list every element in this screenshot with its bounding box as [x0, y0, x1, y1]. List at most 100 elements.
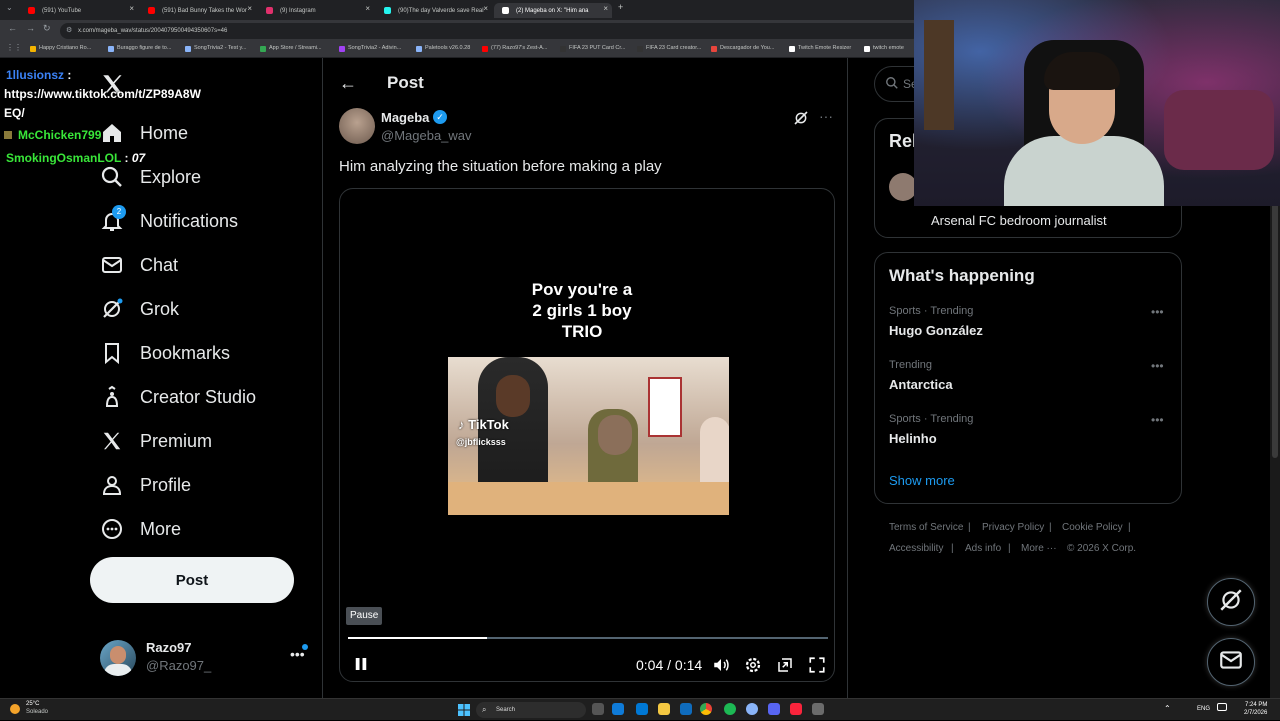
chrome-icon[interactable] [700, 703, 712, 715]
author-name[interactable]: Mageba [381, 110, 429, 125]
video-progress-fill [348, 637, 488, 639]
weather-desc[interactable]: Soleado [26, 709, 48, 715]
url-bar[interactable]: ⚙ x.com/mageba_wav/status/20040795004943… [60, 23, 920, 39]
post-more-icon[interactable]: ··· [819, 108, 833, 124]
author-avatar[interactable] [339, 108, 375, 144]
avatar[interactable] [889, 173, 917, 201]
settings-gear-icon[interactable] [744, 656, 762, 674]
back-arrow-icon[interactable]: ← [339, 73, 357, 94]
forward-icon[interactable]: → [26, 23, 35, 33]
system-clock[interactable]: 7:24 PM 2/7/2026 [1244, 701, 1267, 717]
nav-grok[interactable]: Grok [100, 291, 179, 327]
trend-more-icon[interactable]: ••• [1151, 305, 1164, 319]
close-tab-icon[interactable]: × [603, 4, 608, 13]
author-handle[interactable]: @Mageba_wav [381, 128, 472, 143]
bookmark-item[interactable]: Buraggo figure de to... [108, 45, 171, 52]
task-view-icon[interactable] [592, 703, 604, 715]
chrome-profile-icon[interactable] [746, 703, 758, 715]
account-switcher[interactable]: Razo97 @Razo97_ ••• [100, 638, 312, 678]
mail-app-icon[interactable] [680, 703, 692, 715]
bookmark-item[interactable]: SongTrivia2 - Adivin... [339, 45, 401, 52]
tray-chevron-icon[interactable]: ⌃ [1164, 704, 1171, 713]
fullscreen-icon[interactable] [808, 656, 826, 674]
bookmark-item[interactable]: App Store / Streami... [260, 45, 322, 52]
volume-icon[interactable] [712, 656, 730, 674]
footer-link[interactable]: Privacy Policy [982, 522, 1044, 533]
messages-fab-button[interactable] [1207, 638, 1255, 686]
nav-creator-studio[interactable]: Creator Studio [100, 379, 256, 415]
back-icon[interactable]: ← [8, 23, 17, 33]
pause-tooltip: Pause [346, 607, 383, 625]
language-indicator[interactable]: ENG [1197, 706, 1210, 712]
close-tab-icon[interactable]: × [483, 4, 488, 13]
bookmark-item[interactable]: (77) Razo97's Zest-A... [482, 45, 547, 52]
show-more-link[interactable]: Show more [889, 473, 955, 488]
music-app-icon[interactable] [790, 703, 802, 715]
footer-link[interactable]: Accessibility [889, 543, 943, 554]
nav-home[interactable]: Home [100, 115, 188, 151]
site-info-icon[interactable]: ⚙ [66, 23, 72, 39]
store-icon[interactable] [636, 703, 648, 715]
nav-label: Creator Studio [140, 386, 257, 407]
browser-tab[interactable]: (90)The day Valverde save Real × [376, 3, 492, 18]
post-detail-column: ← Post Mageba ✓ @Mageba_wav ··· Him anal… [322, 58, 848, 698]
file-explorer-icon[interactable] [658, 703, 670, 715]
new-tab-icon[interactable]: + [618, 2, 623, 12]
browser-tab[interactable]: (591) YouTube × [20, 3, 138, 18]
tiktok-favicon-icon [384, 7, 391, 14]
post-button[interactable]: Post [90, 557, 294, 603]
apps-grid-icon[interactable]: ⋮⋮ [6, 43, 22, 52]
bookmark-favicon-icon [339, 46, 345, 52]
video-progress-bar[interactable] [348, 637, 828, 639]
webcam-overlay [914, 0, 1280, 206]
grok-icon [1218, 587, 1244, 618]
browser-tab[interactable]: (591) Bad Bunny Takes the Wor × [140, 3, 256, 18]
network-icon[interactable] [1217, 703, 1227, 711]
footer-link[interactable]: Ads info [965, 543, 1001, 554]
grok-fab-button[interactable] [1207, 578, 1255, 626]
creator-studio-icon [100, 385, 124, 409]
footer-link[interactable]: Cookie Policy [1062, 522, 1123, 533]
bookmark-item[interactable]: Happy Cristiano Ro... [30, 45, 91, 52]
trend-more-icon[interactable]: ••• [1151, 413, 1164, 427]
youtube-favicon-icon [28, 7, 35, 14]
nav-profile[interactable]: Profile [100, 467, 191, 503]
bookmark-item[interactable]: SongTrivia2 - Test y... [185, 45, 246, 52]
app-icon[interactable] [812, 703, 824, 715]
reload-icon[interactable]: ↻ [43, 23, 51, 34]
pause-icon[interactable] [352, 655, 370, 673]
nav-bookmarks[interactable]: Bookmarks [100, 335, 230, 371]
windows-start-icon[interactable] [458, 703, 470, 716]
nav-premium[interactable]: Premium [100, 423, 212, 459]
bookmark-item[interactable]: twitch emote [864, 45, 904, 52]
bookmark-favicon-icon [789, 46, 795, 52]
browser-tab-active[interactable]: (2) Mageba on X: "Him ana × [494, 3, 612, 18]
nav-label: Explore [140, 166, 202, 187]
close-tab-icon[interactable]: × [365, 4, 370, 13]
bookmark-item[interactable]: Descargador de You... [711, 45, 774, 52]
discord-icon[interactable] [768, 703, 780, 715]
bookmark-item[interactable]: FIFA 23 PUT Card Cr... [560, 45, 625, 52]
video-player[interactable]: Pov you're a 2 girls 1 boy TRIO ♪ TikTok… [339, 188, 835, 682]
tab-search-icon[interactable]: ⌄ [6, 3, 13, 12]
spotify-icon[interactable] [724, 703, 736, 715]
picture-in-picture-icon[interactable] [776, 656, 794, 674]
bookmark-item[interactable]: Twitch Emote Resizer [789, 45, 851, 52]
nav-chat[interactable]: Chat [100, 247, 178, 283]
footer-link[interactable]: Terms of Service [889, 522, 963, 533]
bookmark-item[interactable]: Paletools v26.0.28 [416, 45, 470, 52]
bookmark-favicon-icon [30, 46, 36, 52]
taskbar-search[interactable]: ⌕ Search [476, 702, 586, 718]
bookmark-favicon-icon [260, 46, 266, 52]
nav-more[interactable]: More [100, 511, 181, 547]
weather-sun-icon[interactable] [10, 704, 20, 714]
close-tab-icon[interactable]: × [129, 4, 134, 13]
close-tab-icon[interactable]: × [247, 4, 252, 13]
bookmark-item[interactable]: FIFA 23 Card creator... [637, 45, 701, 52]
browser-tab[interactable]: (9) Instagram × [258, 3, 374, 18]
edge-icon[interactable] [612, 703, 624, 715]
trend-more-icon[interactable]: ••• [1151, 359, 1164, 373]
footer-more-link[interactable]: More ··· [1021, 543, 1057, 554]
weather-temp[interactable]: 25°C [26, 701, 39, 707]
grok-icon[interactable] [793, 110, 809, 126]
